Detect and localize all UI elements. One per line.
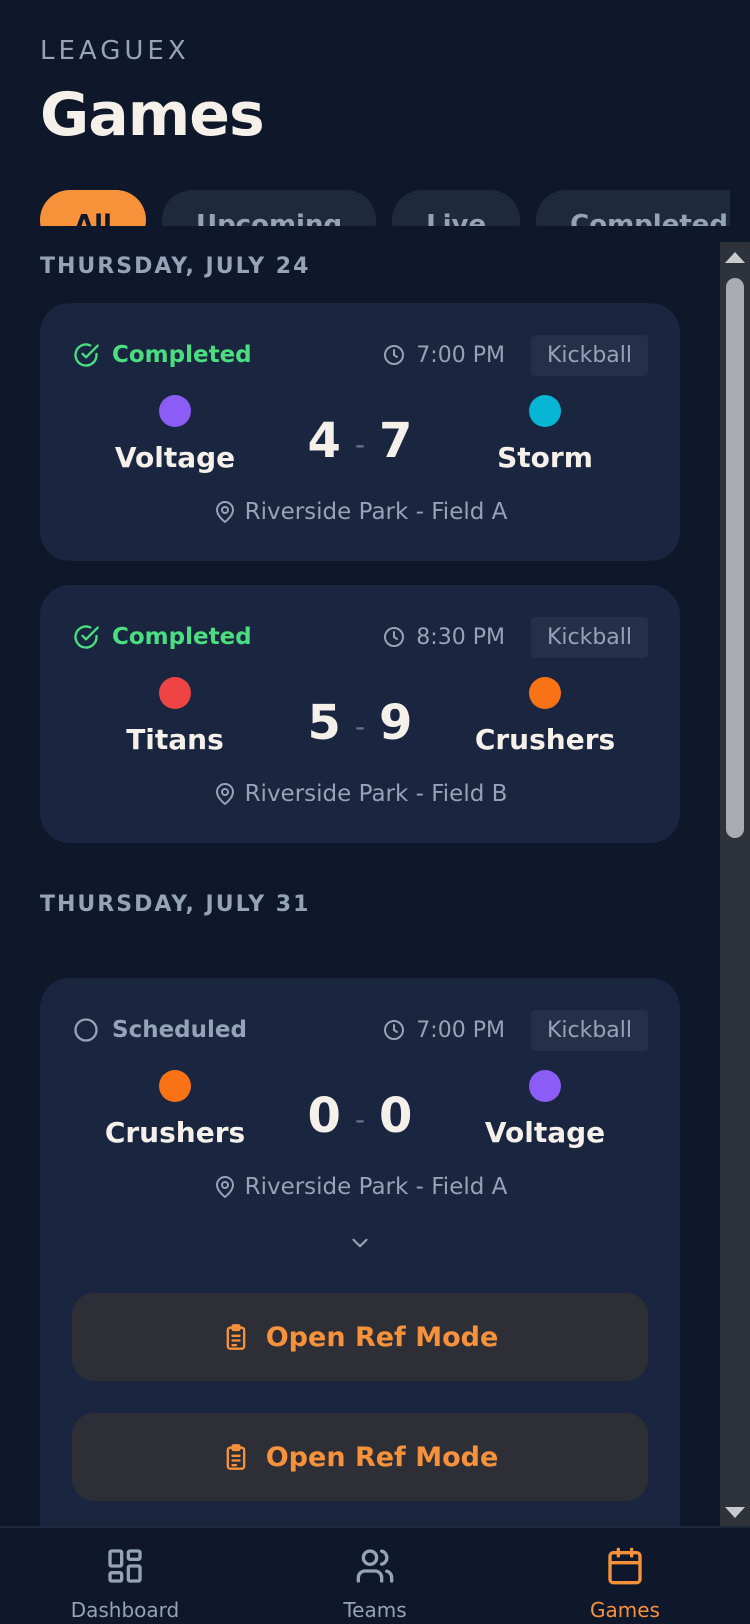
open-ref-mode-button[interactable]: Open Ref Mode (72, 1413, 648, 1501)
status-label: Scheduled (112, 1017, 247, 1043)
nav-label: Teams (343, 1598, 407, 1622)
clipboard-icon (226, 1444, 246, 1470)
team-name: Crushers (474, 723, 616, 756)
team-color-dot (529, 395, 561, 427)
time-label: 7:00 PM (416, 342, 505, 368)
clock-icon (384, 345, 405, 365)
team-name: Voltage (484, 1116, 606, 1149)
home-score: 0 (307, 1088, 341, 1144)
header: LEAGUEX Games (40, 36, 710, 150)
clock-icon (384, 627, 405, 647)
score-separator: - (354, 1102, 366, 1136)
sport-badge: Kickball (530, 334, 648, 376)
calendar-icon (608, 1547, 642, 1585)
filter-tab-upcoming[interactable]: Upcoming (161, 190, 377, 226)
matchup: Crushers 0-0 Voltage (40, 1070, 680, 1190)
sport-badge: Kickball (530, 1009, 648, 1051)
status-badge: Scheduled (72, 1016, 247, 1044)
map-pin-icon (215, 783, 234, 805)
team-color-dot (159, 395, 191, 427)
game-location: Riverside Park - Field A (40, 499, 680, 525)
status-label: Completed (112, 624, 252, 650)
status-badge: Completed (72, 341, 252, 369)
home-score: 4 (307, 413, 341, 469)
status-badge: Completed (72, 623, 252, 651)
nav-item-teams[interactable]: Teams (275, 1546, 475, 1622)
filter-tab-live[interactable]: Live (392, 190, 521, 226)
score-separator: - (354, 427, 366, 461)
time-label: 7:00 PM (416, 1017, 505, 1043)
map-pin-icon (215, 501, 234, 523)
game-location: Riverside Park - Field A (40, 1174, 680, 1200)
game-time: 7:00 PM (382, 1018, 505, 1043)
team-name: Voltage (114, 441, 236, 474)
circle-icon (74, 1018, 98, 1042)
score: 0-0 (280, 1088, 440, 1144)
game-time: 8:30 PM (382, 625, 505, 650)
home-team[interactable]: Titans (55, 677, 295, 756)
matchup: Voltage 4-7 Storm (40, 395, 680, 515)
game-card[interactable]: Completed 8:30 PM Kickball Titans 5-9 Cr… (40, 585, 680, 843)
bottom-nav: Dashboard Teams Games (0, 1526, 750, 1624)
team-name: Crushers (104, 1116, 246, 1149)
away-score: 7 (379, 413, 413, 469)
clipboard-icon (226, 1324, 246, 1350)
away-team[interactable]: Crushers (425, 677, 665, 756)
team-color-dot (529, 677, 561, 709)
away-score: 9 (379, 695, 413, 751)
location-label: Riverside Park - Field A (244, 1174, 508, 1200)
location-label: Riverside Park - Field A (244, 499, 508, 525)
team-name: Storm (497, 441, 593, 474)
clock-icon (384, 1020, 405, 1040)
dashboard-icon (108, 1549, 142, 1583)
date-heading: THURSDAY, JULY 24 (40, 254, 311, 279)
home-team[interactable]: Crushers (55, 1070, 295, 1149)
button-label: Open Ref Mode (265, 1321, 499, 1353)
date-heading: THURSDAY, JULY 31 (40, 892, 311, 917)
away-team[interactable]: Voltage (425, 1070, 665, 1149)
check-circle-icon (74, 343, 99, 367)
game-time: 7:00 PM (382, 343, 505, 368)
matchup: Titans 5-9 Crushers (40, 677, 680, 797)
button-label: Open Ref Mode (265, 1441, 499, 1473)
team-color-dot (529, 1070, 561, 1102)
map-pin-icon (215, 1176, 234, 1198)
scroll-down-arrow[interactable] (725, 1507, 745, 1518)
sport-badge: Kickball (530, 616, 648, 658)
score: 4-7 (280, 413, 440, 469)
score: 5-9 (280, 695, 440, 751)
status-label: Completed (112, 342, 252, 368)
scrollbar-thumb[interactable] (726, 278, 744, 838)
open-ref-mode-button[interactable]: Open Ref Mode (72, 1293, 648, 1381)
team-color-dot (159, 1070, 191, 1102)
page-title: Games (40, 80, 265, 150)
team-name: Titans (126, 723, 224, 756)
game-card[interactable]: Completed 7:00 PM Kickball Voltage 4-7 S… (40, 303, 680, 561)
team-color-dot (159, 677, 191, 709)
nav-label: Games (590, 1598, 660, 1622)
location-label: Riverside Park - Field B (244, 781, 508, 807)
game-location: Riverside Park - Field B (40, 781, 680, 807)
nav-label: Dashboard (70, 1598, 180, 1622)
home-score: 5 (307, 695, 341, 751)
home-team[interactable]: Voltage (55, 395, 295, 474)
score-separator: - (354, 709, 366, 743)
away-team[interactable]: Storm (425, 395, 665, 474)
away-score: 0 (379, 1088, 413, 1144)
time-label: 8:30 PM (416, 624, 505, 650)
games-list[interactable]: THURSDAY, JULY 24 Completed 7:00 PM Kick… (0, 236, 720, 1526)
users-icon (356, 1549, 394, 1583)
expand-toggle[interactable] (40, 1230, 680, 1260)
scroll-up-arrow[interactable] (725, 252, 745, 263)
filter-tab-all[interactable]: All (40, 190, 146, 226)
nav-item-dashboard[interactable]: Dashboard (25, 1546, 225, 1622)
check-circle-icon (74, 625, 99, 649)
filter-tabs: All Upcoming Live Completed (40, 190, 730, 226)
scrollbar[interactable] (720, 242, 750, 1528)
game-card[interactable]: Scheduled 7:00 PM Kickball Crushers 0-0 … (40, 978, 680, 1526)
nav-item-games[interactable]: Games (525, 1546, 725, 1622)
filter-tab-completed[interactable]: Completed (536, 190, 730, 226)
chevron-down-icon (352, 1238, 368, 1248)
brand-label: LEAGUEX (40, 36, 190, 66)
